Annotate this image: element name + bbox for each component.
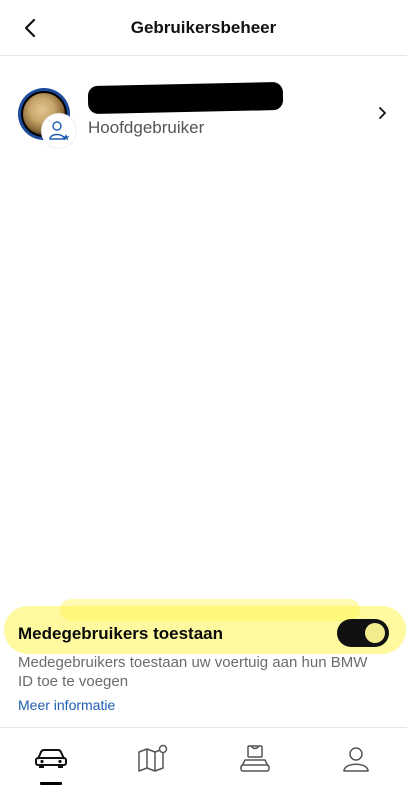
tab-profile[interactable]: [336, 744, 376, 784]
bottom-tab-bar: [0, 727, 407, 800]
toggle-knob: [365, 623, 385, 643]
co-users-toggle[interactable]: [337, 619, 389, 647]
map-icon: [138, 744, 168, 772]
chevron-right-icon: [379, 107, 386, 119]
co-users-title: Medegebruikers toestaan: [18, 624, 224, 643]
profile-icon: [343, 747, 369, 772]
page-title: Gebruikersbeheer: [130, 18, 277, 37]
tab-shop[interactable]: [235, 744, 275, 784]
user-name-redacted: [87, 81, 284, 115]
top-bar: Gebruikersbeheer: [0, 0, 407, 56]
user-role: Hoofdgebruiker: [88, 118, 205, 137]
user-star-icon: [42, 114, 76, 148]
shop-car-icon: [240, 745, 270, 772]
co-users-description: Medegebruikers toestaan uw voertuig aan …: [18, 654, 368, 690]
car-icon: [35, 749, 67, 768]
main-user-row[interactable]: Hoofdgebruiker: [0, 72, 407, 158]
tab-map[interactable]: [133, 744, 173, 784]
more-info-link[interactable]: Meer informatie: [18, 697, 115, 713]
tab-vehicle[interactable]: [31, 744, 71, 784]
active-tab-indicator: [40, 782, 62, 785]
